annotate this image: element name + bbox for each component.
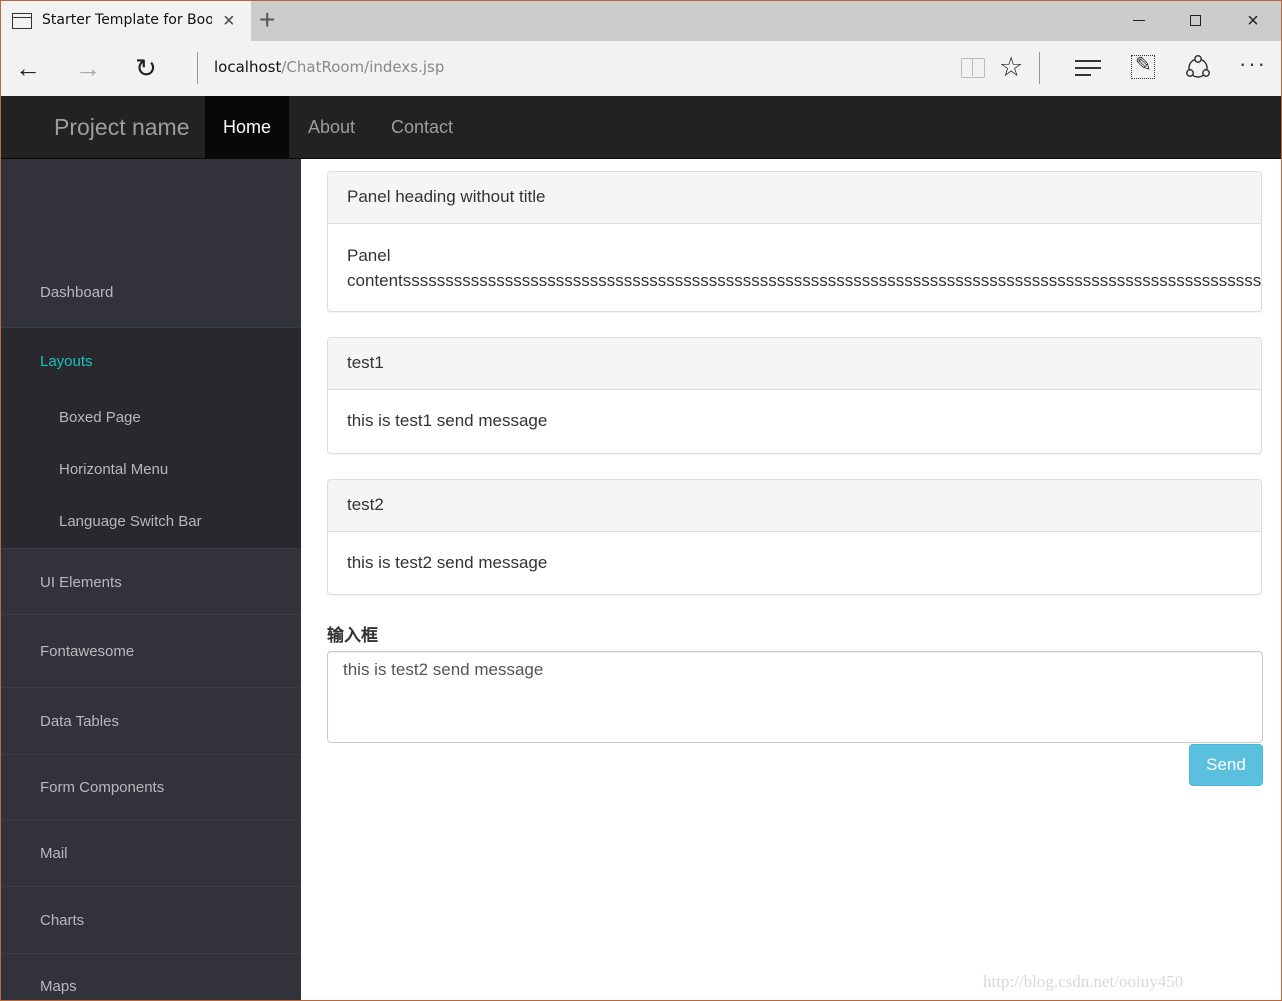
sidebar-item-form-components[interactable]: Form Components	[1, 755, 301, 821]
url-path: /ChatRoom/indexs.jsp	[281, 58, 445, 76]
sidebar-item-mail[interactable]: Mail	[1, 821, 301, 887]
send-button[interactable]: Send	[1189, 744, 1263, 786]
panel-heading: test1	[328, 338, 1261, 390]
refresh-icon[interactable]: ↻	[135, 53, 157, 83]
hub-icon[interactable]	[1075, 60, 1101, 81]
main-content: Panel heading without title Panel conten…	[301, 159, 1281, 1000]
input-label: 输入框	[327, 626, 378, 645]
close-window-button[interactable]: ×	[1225, 1, 1281, 41]
sidebar-item-data-tables[interactable]: Data Tables	[1, 688, 301, 755]
sidebar-subitem-horizontal-menu[interactable]: Horizontal Menu	[59, 461, 168, 478]
sidebar: Dashboard Layouts Boxed Page Horizontal …	[1, 159, 301, 1000]
panel: Panel heading without title Panel conten…	[327, 171, 1262, 312]
divider	[197, 52, 198, 84]
maximize-icon	[1189, 15, 1201, 27]
favorite-star-icon[interactable]: ☆	[999, 52, 1023, 82]
close-icon: ×	[1247, 10, 1259, 32]
panel-body-line: Panel	[347, 246, 391, 265]
message-panel: test2 this is test2 send message	[327, 479, 1262, 595]
sidebar-item-label: Data Tables	[40, 713, 119, 730]
sidebar-item-layouts[interactable]: Layouts	[40, 353, 93, 370]
message-input[interactable]: this is test2 send message	[327, 651, 1263, 743]
sidebar-item-ui-elements[interactable]: UI Elements	[1, 549, 301, 615]
minimize-icon	[1133, 20, 1145, 22]
sidebar-item-dashboard[interactable]: Dashboard	[1, 159, 301, 328]
maximize-button[interactable]	[1167, 1, 1223, 41]
nav-about[interactable]: About	[290, 96, 373, 158]
sidebar-item-fontawesome[interactable]: Fontawesome	[1, 615, 301, 688]
panel-body: this is test2 send message	[347, 553, 548, 572]
sidebar-subitem-boxed-page[interactable]: Boxed Page	[59, 409, 141, 426]
panel-heading: test2	[328, 480, 1261, 532]
watermark: http://blog.csdn.net/ooiuy450	[983, 972, 1184, 991]
sidebar-subitem-language-switch-bar[interactable]: Language Switch Bar	[59, 513, 202, 530]
panel-heading: Panel heading without title	[328, 172, 1261, 224]
tab-strip: Starter Template for Bootstrap × + ×	[1, 1, 1281, 41]
tab-title: Starter Template for Bootstrap	[42, 12, 212, 28]
nav-home[interactable]: Home	[205, 96, 289, 158]
sidebar-item-maps[interactable]: Maps	[1, 954, 301, 1000]
reading-view-icon[interactable]	[961, 58, 985, 78]
divider	[1039, 52, 1040, 84]
back-icon[interactable]: ←	[15, 53, 41, 83]
sidebar-item-label: Dashboard	[40, 284, 114, 301]
address-bar: ← → ↻ localhost/ChatRoom/indexs.jsp ☆ ··…	[1, 41, 1281, 96]
browser-tab[interactable]: Starter Template for Bootstrap ×	[1, 1, 251, 41]
more-icon[interactable]: ···	[1239, 51, 1267, 77]
sidebar-item-label: UI Elements	[40, 574, 122, 591]
panel-body: this is test1 send message	[347, 411, 548, 430]
new-tab-icon[interactable]: +	[259, 6, 275, 34]
sidebar-item-label: Mail	[40, 845, 68, 862]
nav-contact[interactable]: Contact	[373, 96, 471, 158]
url-host: localhost	[214, 58, 282, 76]
sidebar-item-label: Fontawesome	[40, 643, 135, 660]
forward-icon[interactable]: →	[75, 53, 101, 83]
browser-window: Starter Template for Bootstrap × + × ← →…	[0, 0, 1282, 1001]
sidebar-item-label: Form Components	[40, 779, 165, 796]
url-field[interactable]: localhost/ChatRoom/indexs.jsp	[214, 58, 444, 76]
minimize-button[interactable]	[1111, 1, 1167, 41]
sidebar-group-layouts: Layouts Boxed Page Horizontal Menu Langu…	[1, 328, 301, 549]
sidebar-item-label: Maps	[40, 978, 77, 995]
navbar-brand[interactable]: Project name	[54, 114, 190, 141]
top-navbar: Project name Home About Contact	[1, 96, 1281, 159]
panel-body: Panel contentsssssssssssssssssssssssssss…	[328, 224, 1261, 293]
share-icon[interactable]	[1184, 54, 1212, 82]
message-panel: test1 this is test1 send message	[327, 337, 1262, 454]
page-icon	[12, 13, 32, 29]
sidebar-item-label: Charts	[40, 912, 85, 929]
tab-close-icon[interactable]: ×	[223, 11, 235, 31]
web-note-icon[interactable]	[1131, 52, 1155, 79]
sidebar-item-charts[interactable]: Charts	[1, 887, 301, 954]
panel-body-line: contentsssssssssssssssssssssssssssssssss…	[347, 271, 1262, 290]
